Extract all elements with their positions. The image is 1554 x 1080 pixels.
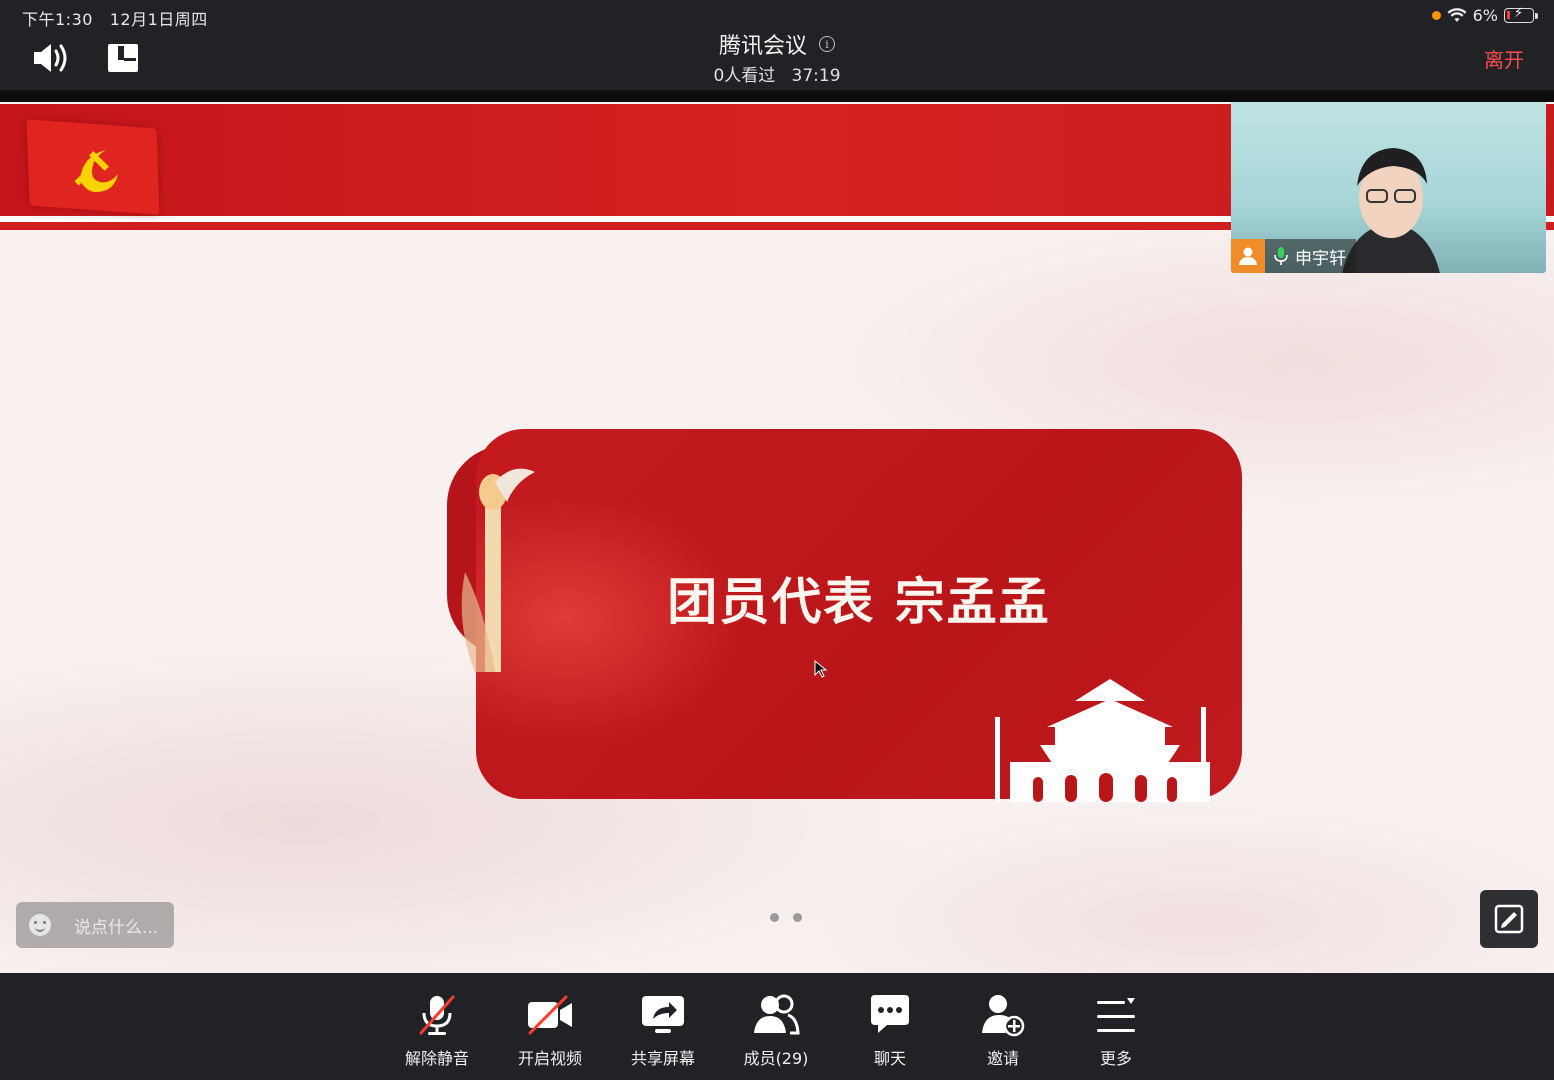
camera-off-icon <box>528 995 572 1035</box>
unmute-button[interactable]: 解除静音 <box>392 993 482 1069</box>
start-video-label: 开启视频 <box>517 1049 582 1068</box>
user-avatar-icon <box>1231 239 1265 273</box>
top-bar: 下午1:30 12月1日周四 6% ⚡ 腾讯会议 i 0人看过 37:19 离开 <box>0 0 1554 90</box>
chat-label: 聊天 <box>873 1049 906 1068</box>
hammer-sickle-icon <box>74 150 118 192</box>
unmute-label: 解除静音 <box>404 1049 469 1068</box>
invite-button[interactable]: 邀请 <box>958 993 1048 1069</box>
page-dot[interactable] <box>770 913 779 922</box>
leave-button[interactable]: 离开 <box>1484 44 1524 73</box>
members-icon <box>754 994 800 1035</box>
battery-percent: 6% <box>1472 6 1498 25</box>
mic-in-use-indicator <box>1431 11 1441 20</box>
more-label: 更多 <box>1099 1049 1132 1068</box>
chat-bubble-icon <box>871 995 909 1033</box>
slide-title: 团员代表 宗孟孟 <box>667 573 1051 631</box>
meeting-duration: 37:19 <box>791 66 841 86</box>
wifi-icon <box>1447 7 1467 22</box>
meeting-title[interactable]: 腾讯会议 i <box>719 28 835 60</box>
annotate-button[interactable] <box>1480 890 1538 948</box>
mic-muted-icon <box>419 995 455 1035</box>
info-icon[interactable]: i <box>819 36 835 52</box>
members-button[interactable]: 成员(29) <box>731 993 821 1069</box>
status-time: 下午1:30 12月1日周四 <box>22 6 208 30</box>
meeting-subtitle: 0人看过 37:19 <box>0 61 1554 86</box>
battery-icon: ⚡ <box>1504 6 1538 23</box>
status-indicators: 6% ⚡ <box>1431 6 1538 25</box>
mic-on-icon <box>1274 247 1288 265</box>
emoji-icon[interactable] <box>29 914 51 936</box>
participant-name: 申宇轩 <box>1295 248 1346 269</box>
add-user-icon <box>982 995 1025 1037</box>
meeting-title-text: 腾讯会议 <box>718 34 807 59</box>
slide-page-indicator[interactable] <box>770 913 802 922</box>
more-menu-icon <box>1097 998 1135 1032</box>
presentation-slide: 团员代表 宗孟孟 说点什么... 申宇轩 <box>0 102 1554 973</box>
bottom-toolbar: 解除静音 开启视频 共享屏幕 成员(29) 聊天 邀请 更多 <box>0 973 1554 1080</box>
share-screen-icon <box>642 996 684 1033</box>
chat-button[interactable]: 聊天 <box>845 993 935 1069</box>
share-screen-label: 共享屏幕 <box>630 1049 695 1068</box>
start-video-button[interactable]: 开启视频 <box>505 993 595 1069</box>
participant-video-tile[interactable]: 申宇轩 <box>1231 102 1546 273</box>
invite-label: 邀请 <box>986 1049 1019 1068</box>
status-clock: 下午1:30 <box>22 10 93 29</box>
shared-screen: 团员代表 宗孟孟 说点什么... 申宇轩 <box>0 90 1554 973</box>
participant-name-label: 申宇轩 <box>1231 239 1356 273</box>
status-date: 12月1日周四 <box>109 10 208 29</box>
tiananmen-gate-image <box>995 679 1210 802</box>
chat-placeholder: 说点什么... <box>74 917 159 938</box>
page-dot[interactable] <box>793 913 802 922</box>
viewer-count: 0人看过 <box>713 66 776 86</box>
chat-quick-input[interactable]: 说点什么... <box>16 902 174 948</box>
annotate-pen-icon <box>1494 904 1524 934</box>
share-screen-button[interactable]: 共享屏幕 <box>618 993 708 1069</box>
mouse-cursor-icon <box>814 660 828 678</box>
more-button[interactable]: 更多 <box>1071 993 1161 1069</box>
meeting-title-area: 腾讯会议 i <box>0 28 1554 60</box>
members-label: 成员(29) <box>743 1049 809 1068</box>
